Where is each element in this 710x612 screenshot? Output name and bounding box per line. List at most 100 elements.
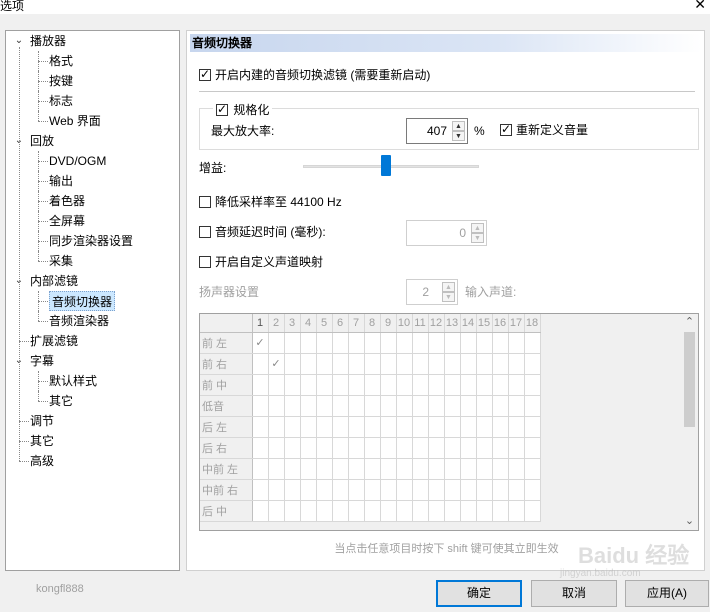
matrix-cell[interactable]: [268, 416, 285, 438]
custom-channel-map-label[interactable]: 开启自定义声道映射: [215, 255, 323, 269]
matrix-cell[interactable]: [364, 416, 381, 438]
matrix-cell[interactable]: [300, 353, 317, 375]
matrix-cell[interactable]: [380, 479, 397, 501]
matrix-cell[interactable]: [252, 479, 269, 501]
tree-item[interactable]: 同步渲染器设置: [49, 231, 133, 251]
matrix-cell[interactable]: [476, 416, 493, 438]
matrix-cell[interactable]: [316, 353, 333, 375]
matrix-cell[interactable]: [428, 479, 445, 501]
matrix-cell[interactable]: [348, 437, 365, 459]
matrix-cell[interactable]: [348, 458, 365, 480]
matrix-cell[interactable]: [492, 458, 509, 480]
tree-item[interactable]: DVD/OGM: [49, 151, 106, 171]
tree-item[interactable]: 按键: [49, 71, 73, 91]
matrix-cell[interactable]: [428, 332, 445, 354]
matrix-cell[interactable]: [412, 479, 429, 501]
max-amp-spinner[interactable]: 407 ▲ ▼: [406, 118, 468, 144]
matrix-cell[interactable]: [444, 479, 461, 501]
matrix-cell[interactable]: [364, 332, 381, 354]
matrix-cell[interactable]: [524, 374, 541, 396]
matrix-cell[interactable]: [332, 332, 349, 354]
spin-down-icon[interactable]: ▼: [452, 131, 465, 141]
matrix-cell[interactable]: [268, 458, 285, 480]
matrix-cell[interactable]: [428, 437, 445, 459]
matrix-cell[interactable]: [444, 353, 461, 375]
matrix-cell[interactable]: [300, 374, 317, 396]
matrix-cell[interactable]: [412, 500, 429, 522]
matrix-cell[interactable]: [284, 353, 301, 375]
matrix-cell[interactable]: [412, 458, 429, 480]
matrix-cell[interactable]: [348, 374, 365, 396]
redefine-volume-checkbox[interactable]: [500, 122, 512, 136]
matrix-cell[interactable]: [268, 437, 285, 459]
matrix-cell[interactable]: [492, 353, 509, 375]
matrix-cell[interactable]: [300, 416, 317, 438]
options-tree[interactable]: ⌄ 播放器 格式 按键 标志 Web 界面 ⌄ 回放 DVD/OGM 输出 着色器 全屏幕 同步渲染器设…: [5, 30, 180, 571]
tree-item[interactable]: 默认样式: [49, 371, 97, 391]
scroll-thumb[interactable]: [684, 332, 695, 427]
tree-item[interactable]: 其它: [30, 431, 54, 451]
matrix-cell[interactable]: [524, 416, 541, 438]
matrix-cell[interactable]: [508, 374, 525, 396]
matrix-cell[interactable]: [508, 458, 525, 480]
matrix-cell[interactable]: [412, 437, 429, 459]
matrix-cell[interactable]: [428, 416, 445, 438]
channel-matrix-table[interactable]: 1 2 3 4 5 6 7 8 9 10 11 12 13 14 15 16 17 18 前 左 ✓ 前 右 ✓ 前 中低音…: [200, 314, 541, 522]
downsample-checkbox[interactable]: [199, 196, 211, 208]
matrix-cell[interactable]: ✓: [268, 353, 285, 375]
matrix-cell[interactable]: [316, 479, 333, 501]
tree-item[interactable]: 采集: [49, 251, 73, 271]
matrix-cell[interactable]: [460, 458, 477, 480]
matrix-cell[interactable]: [284, 458, 301, 480]
matrix-cell[interactable]: [492, 437, 509, 459]
gain-slider-track[interactable]: [303, 165, 479, 168]
matrix-cell[interactable]: [332, 479, 349, 501]
matrix-cell[interactable]: [332, 353, 349, 375]
normalize-label[interactable]: 规格化: [233, 103, 269, 117]
matrix-cell[interactable]: [316, 395, 333, 417]
matrix-cell[interactable]: [268, 479, 285, 501]
matrix-cell[interactable]: [508, 479, 525, 501]
matrix-cell[interactable]: [492, 416, 509, 438]
matrix-cell[interactable]: [316, 416, 333, 438]
matrix-cell[interactable]: [476, 458, 493, 480]
tree-item[interactable]: 全屏幕: [49, 211, 85, 231]
matrix-cell[interactable]: [316, 332, 333, 354]
matrix-cell[interactable]: [460, 332, 477, 354]
ok-button[interactable]: 确定: [436, 580, 522, 607]
matrix-cell[interactable]: [364, 437, 381, 459]
matrix-cell[interactable]: [380, 332, 397, 354]
matrix-cell[interactable]: [332, 416, 349, 438]
matrix-cell[interactable]: [284, 437, 301, 459]
redefine-volume-label[interactable]: 重新定义音量: [516, 123, 588, 137]
matrix-cell[interactable]: [332, 500, 349, 522]
matrix-cell[interactable]: [284, 416, 301, 438]
matrix-cell[interactable]: [396, 500, 413, 522]
cancel-button[interactable]: 取消: [531, 580, 617, 607]
matrix-cell[interactable]: [476, 437, 493, 459]
tree-item[interactable]: 格式: [49, 51, 73, 71]
matrix-cell[interactable]: [524, 458, 541, 480]
matrix-cell[interactable]: [460, 437, 477, 459]
matrix-cell[interactable]: [428, 458, 445, 480]
matrix-cell[interactable]: [396, 353, 413, 375]
matrix-cell[interactable]: [348, 395, 365, 417]
matrix-cell[interactable]: [460, 395, 477, 417]
matrix-cell[interactable]: [300, 500, 317, 522]
matrix-cell[interactable]: [476, 479, 493, 501]
max-amp-value[interactable]: 407: [427, 124, 447, 138]
matrix-cell[interactable]: [300, 437, 317, 459]
matrix-cell[interactable]: [492, 374, 509, 396]
matrix-cell[interactable]: [508, 332, 525, 354]
matrix-cell[interactable]: [332, 374, 349, 396]
matrix-cell[interactable]: [460, 416, 477, 438]
channel-matrix[interactable]: 1 2 3 4 5 6 7 8 9 10 11 12 13 14 15 16 17 18 前 左 ✓ 前 右 ✓ 前 中低音…: [199, 313, 699, 531]
matrix-cell[interactable]: [412, 332, 429, 354]
matrix-cell[interactable]: [396, 458, 413, 480]
matrix-cell[interactable]: [316, 374, 333, 396]
matrix-cell[interactable]: [476, 395, 493, 417]
matrix-cell[interactable]: [268, 374, 285, 396]
scroll-down-icon[interactable]: ⌄: [681, 513, 698, 530]
tree-item[interactable]: 输出: [49, 171, 73, 191]
tree-item[interactable]: 调节: [30, 411, 54, 431]
